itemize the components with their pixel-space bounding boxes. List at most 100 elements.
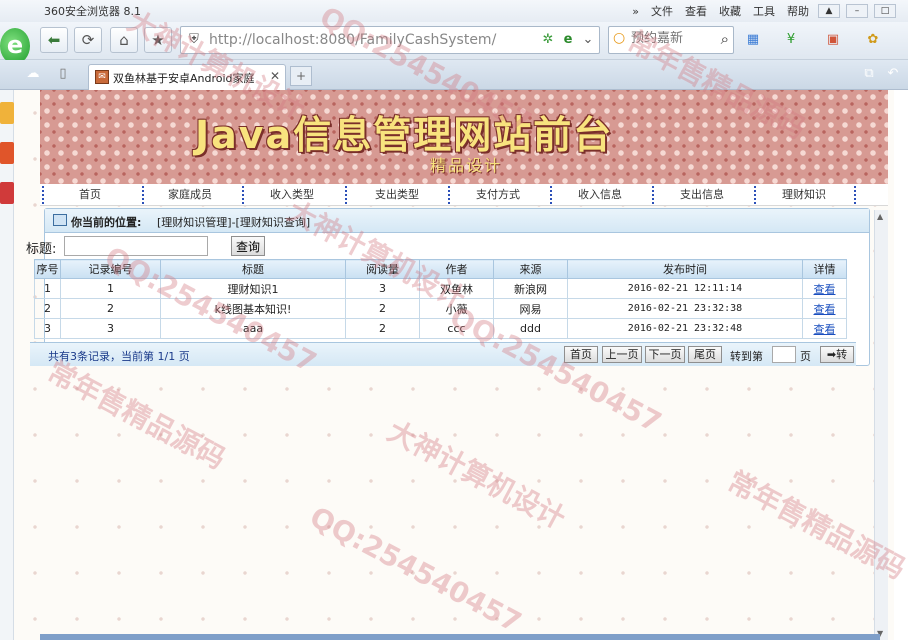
sidebar-game-icon[interactable] [0,182,14,204]
menu-favorites[interactable]: 收藏 [716,2,744,20]
refresh-button[interactable]: ⟳ [74,27,102,53]
view-link[interactable]: 查看 [814,323,836,336]
nav-separator [754,186,756,204]
status-strip [40,634,880,640]
nav-item-payment-methods[interactable]: 支付方式 [458,184,538,206]
tab-close-icon[interactable]: ✕ [270,69,280,83]
table-row: 1 1 理财知识1 3 双鱼林 新浪网 2016-02-21 12:11:14 … [34,278,847,299]
new-tab-button[interactable]: + [290,66,312,86]
col-header-index: 序号 [34,259,61,279]
breadcrumb-label: 你当前的位置: [71,216,142,229]
next-page-button[interactable]: 下一页 [645,346,685,363]
back-button[interactable]: ⬅ [40,27,68,53]
extensions-icon[interactable]: ✿ [862,30,884,50]
sidebar-weibo-icon[interactable] [0,142,14,164]
menu-tools[interactable]: 工具 [750,2,778,20]
go-button[interactable]: ➡转 [820,346,854,363]
nav-item-income-info[interactable]: 收入信息 [560,184,640,206]
favorite-button[interactable]: ★ [144,27,172,53]
cell-views: 2 [345,298,420,319]
tab-favicon-icon: ✉ [95,70,109,84]
cell-source: 新浪网 [493,278,568,299]
window-icon [53,214,67,226]
cell-publish-time: 2016-02-21 12:11:14 [567,278,803,299]
last-page-button[interactable]: 尾页 [688,346,722,363]
compat-mode-icon[interactable]: ✲ [539,31,557,49]
first-page-button[interactable]: 首页 [564,346,598,363]
view-link[interactable]: 查看 [814,283,836,296]
tab-title: 双鱼林基于安卓Android家庭 [113,72,255,85]
col-header-source: 来源 [493,259,568,279]
nav-separator [550,186,552,204]
tab-active[interactable]: ✉ 双鱼林基于安卓Android家庭 ✕ [88,64,286,90]
cell-publish-time: 2016-02-21 23:32:38 [567,298,803,319]
search-input[interactable] [631,31,709,46]
menu-help[interactable]: 帮助 [784,2,812,20]
cell-details: 查看 [802,318,847,339]
nav-item-expense-info[interactable]: 支出信息 [662,184,742,206]
nav-separator [345,186,347,204]
cell-title: 理财知识1 [160,278,346,299]
browser-menu-bar: » 文件 查看 收藏 工具 帮助 ▲ – □ [629,2,896,20]
magnifier-icon[interactable]: ⌕ [721,30,729,48]
cell-source: ddd [493,318,568,339]
title-search-input[interactable] [64,236,208,256]
table-row: 2 2 k线图基本知识! 2 小薇 网易 2016-02-21 23:32:38… [34,298,847,319]
cell-publish-time: 2016-02-21 23:32:48 [567,318,803,339]
col-header-views: 阅读量 [345,259,420,279]
double-chevron-icon[interactable]: » [629,4,642,19]
nav-item-family-members[interactable]: 家庭成员 [150,184,230,206]
cell-author: 小薇 [419,298,494,319]
skin-icon[interactable]: ▲ [818,4,840,18]
menu-file[interactable]: 文件 [648,2,676,20]
site-banner: Java信息管理网站前台 精品设计 [40,90,888,184]
cell-index: 2 [34,298,61,319]
goto-page-input[interactable] [772,346,796,363]
home-icon: ⌂ [119,31,129,49]
menu-view[interactable]: 查看 [682,2,710,20]
chevron-down-icon[interactable]: ⌄ [579,31,597,49]
refresh-icon: ⟳ [81,31,95,49]
pagination-bar: 共有3条记录，当前第 1/1 页 首页 上一页 下一页 尾页 转到第 页 ➡转 [30,342,856,366]
apps-grid-icon[interactable]: ▦ [742,30,764,50]
site-nav: 首页 家庭成员 收入类型 支出类型 支付方式 收入信息 支出信息 理财知识 [40,184,888,206]
maximize-icon[interactable]: □ [874,4,896,18]
nav-item-home[interactable]: 首页 [50,184,130,206]
scroll-up-icon[interactable]: ▲ [877,212,883,221]
cell-details: 查看 [802,298,847,319]
nav-separator [448,186,450,204]
nav-item-expense-types[interactable]: 支出类型 [352,184,442,206]
star-icon: ★ [151,31,165,49]
cell-record-id: 3 [60,318,161,339]
view-link[interactable]: 查看 [814,303,836,316]
home-button[interactable]: ⌂ [110,27,138,53]
nav-item-income-types[interactable]: 收入类型 [252,184,332,206]
prev-page-button[interactable]: 上一页 [602,346,642,363]
address-input[interactable] [209,30,539,50]
nav-separator [242,186,244,204]
search-engine-icon: ○ [613,30,626,46]
nav-item-finance-knowledge[interactable]: 理财知识 [762,184,846,206]
cell-views: 2 [345,318,420,339]
arrow-left-icon: ⬅ [47,31,61,49]
col-header-author: 作者 [419,259,494,279]
browser-toolbar: e ⬅ ⟳ ⌂ ★ ⛨ ✲ e ⌄ ○ ⌕ ▦ ¥ ▣ ✿ [0,22,908,64]
document-icon[interactable]: ▯ [52,64,74,84]
shield-icon: ⛨ [189,32,199,47]
minimize-icon[interactable]: – [846,4,868,18]
page-scrollbar[interactable]: ▲ ▼ [874,210,888,640]
yuan-coin-icon[interactable]: ¥ [780,30,802,50]
address-bar[interactable]: ⛨ ✲ e ⌄ [180,26,600,54]
browser-title-bar: 360安全浏览器 8.1 » 文件 查看 收藏 工具 帮助 ▲ – □ [0,0,908,22]
breadcrumb-path: [理财知识管理]-[理财知识查询] [157,216,311,229]
query-button[interactable]: 查询 [231,236,265,256]
pdf-icon[interactable]: ▣ [822,30,844,50]
undo-close-icon[interactable]: ↶ [882,64,904,84]
sidebar-favorites-icon[interactable] [0,102,14,124]
breadcrumb: 你当前的位置: [理财知识管理]-[理财知识查询] [45,209,869,233]
browser-logo-icon: e [0,28,30,64]
cloud-icon[interactable]: ☁ [22,64,44,84]
tab-list-icon[interactable]: ⧉ [858,64,880,84]
search-box[interactable]: ○ ⌕ [608,26,734,54]
engine-icon[interactable]: e [559,31,577,49]
